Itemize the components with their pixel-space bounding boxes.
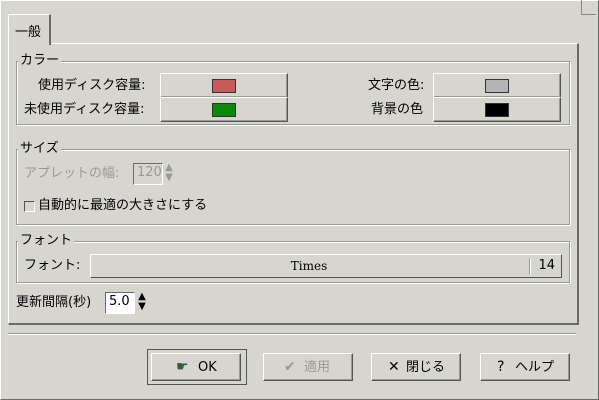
font-picker-divider [529,258,531,274]
apply-button[interactable]: ✔ 適用 [263,353,353,381]
help-icon: ? [497,359,505,375]
used-disk-color-button[interactable] [160,73,288,98]
check-icon: ✔ [284,359,296,375]
auto-size-checkbox[interactable] [24,201,35,212]
window-corner [581,0,596,15]
bg-color-swatch [485,102,509,117]
tab-general[interactable]: 一般 [8,14,51,45]
font-name: Times [290,259,328,273]
size-frame-legend: サイズ [18,141,61,156]
font-frame-legend: フォント [18,233,75,248]
help-button[interactable]: ? ヘルプ [480,353,570,381]
close-button[interactable]: ✕ 閉じる [371,353,461,381]
tab-general-label: 一般 [15,25,42,40]
font-picker-button[interactable]: Times 14 [90,254,562,278]
applet-width-label: アプレットの幅: [24,166,120,181]
color-frame-legend: カラー [18,53,62,68]
text-color-swatch [485,78,509,93]
text-color-label: 文字の色: [368,78,425,93]
unused-disk-swatch [212,102,236,117]
ok-hand-icon: ☛ [176,359,189,375]
text-color-button[interactable] [433,73,561,98]
update-interval-label: 更新間隔(秒) [16,295,92,310]
update-interval-spinner[interactable]: 5.0 [105,292,135,314]
used-disk-swatch [212,78,236,93]
close-button-label: 閉じる [406,360,446,375]
auto-size-label[interactable]: 自動的に最適の大きさにする [38,198,207,214]
font-label: フォント: [24,258,81,273]
unused-disk-label: 未使用ディスク容量: [24,102,145,117]
apply-button-label: 適用 [304,360,331,375]
dialog-separator [8,333,576,335]
update-interval-spin-arrows[interactable]: ▲ ▼ [137,292,147,314]
bg-color-label: 背景の色 [371,102,424,117]
close-icon: ✕ [388,359,400,375]
ok-button-label: OK [198,360,217,375]
help-button-label: ヘルプ [515,360,555,375]
bg-color-button[interactable] [433,97,561,122]
font-size: 14 [538,258,555,273]
unused-disk-color-button[interactable] [160,97,288,122]
applet-width-spin-arrows[interactable]: ▲ ▼ [164,163,174,185]
ok-button[interactable]: ☛ OK [151,353,241,381]
applet-width-spinner[interactable]: 120 [133,163,163,185]
used-disk-label: 使用ディスク容量: [38,78,146,93]
